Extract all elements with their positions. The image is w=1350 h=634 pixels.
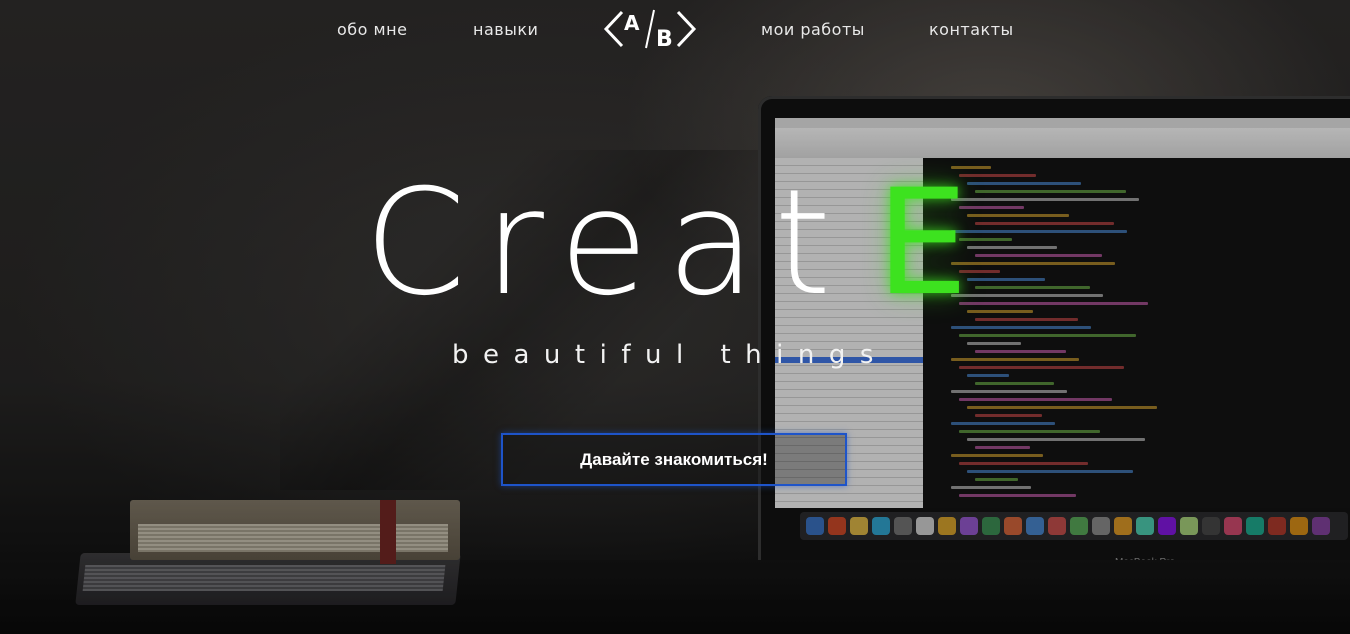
top-nav: обо мне навыки A B мои работы контакты	[0, 0, 1350, 62]
nav-item-about[interactable]: обо мне	[337, 20, 407, 39]
nav-item-contacts[interactable]: контакты	[929, 20, 1014, 39]
cta-button[interactable]: Давайте знакомиться!	[501, 433, 847, 486]
nav-item-skills[interactable]: навыки	[473, 20, 538, 39]
hero-title-accent: E	[876, 158, 969, 328]
hero-subtitle: beautiful things	[452, 340, 888, 370]
logo-letter-a: A	[624, 11, 640, 35]
nav-item-works[interactable]: мои работы	[761, 20, 865, 39]
logo-icon: A B	[603, 9, 697, 52]
hero-title: Creat	[364, 158, 850, 328]
logo[interactable]: A B	[602, 6, 698, 52]
logo-letter-b: B	[656, 27, 673, 52]
